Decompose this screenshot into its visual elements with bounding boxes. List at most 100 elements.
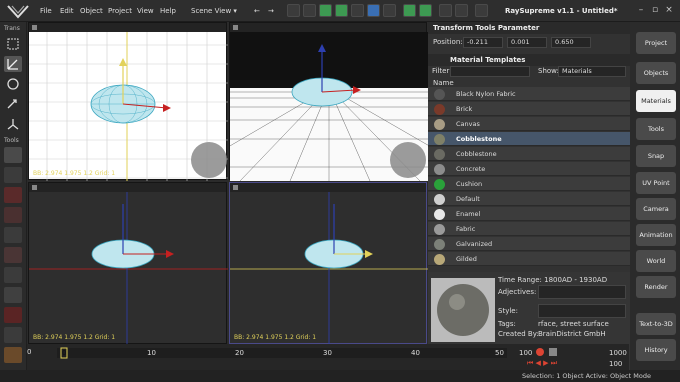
material-row[interactable]: Default [428,192,630,206]
record-icon[interactable] [536,348,544,356]
tool-render-icon[interactable] [383,4,396,17]
object-tool-icon[interactable] [4,287,22,303]
tags-label: Tags: [498,320,516,328]
viewport-menu-icon[interactable] [233,185,238,190]
forward-arrow-icon[interactable]: → [268,4,274,18]
tool-cube-icon[interactable] [319,4,332,17]
terrain-tool-icon[interactable] [4,327,22,343]
material-row[interactable]: Concrete [428,162,630,176]
tool-material-icon[interactable] [455,4,468,17]
deform-tool-icon[interactable] [4,227,22,243]
viewport-perspective[interactable] [229,22,428,181]
viewport-header [230,183,426,192]
shape-tool-icon[interactable] [4,147,22,163]
rotate-tool-icon[interactable] [4,76,22,92]
adjectives-field[interactable] [538,285,626,299]
nav-animation[interactable]: Animation [636,224,676,246]
tool-snap-icon[interactable] [419,4,432,17]
position-x-field[interactable]: -0.211 [463,37,503,48]
sculpt-tool-icon[interactable] [4,267,22,283]
menu-help[interactable]: Help [160,4,176,18]
play-controls-icon[interactable]: ⏮ ◀ ▶ ⏭ [527,359,557,368]
nav-materials[interactable]: Materials [636,90,676,112]
tool-light-icon[interactable] [351,4,364,17]
gem-tool-icon[interactable] [4,247,22,263]
show-label: Show: [538,67,559,75]
material-swatch-icon [434,89,445,100]
menu-edit[interactable]: Edit [60,4,74,18]
nav-render[interactable]: Render [636,276,676,298]
position-y-field[interactable]: 0.001 [507,37,547,48]
nav-tools[interactable]: Tools [636,118,676,140]
chevron-down-icon: ▾ [233,7,237,15]
brush-tool-icon[interactable] [4,167,22,183]
cube-tool-icon[interactable] [4,307,22,323]
frame-a: 1000 [609,349,627,357]
nav-snap[interactable]: Snap [636,145,676,167]
nav-uv-point[interactable]: UV Point [636,172,676,194]
viewport-front[interactable]: BB: 2.974 1.975 1.2 Grid: 1 [28,22,228,181]
tool-camera-icon[interactable] [367,4,380,17]
paint-tool-icon[interactable] [4,187,22,203]
created-by-label: Created By: [498,330,539,338]
tool-mesh-icon[interactable] [335,4,348,17]
front-view-canvas [29,32,228,181]
nav-camera[interactable]: Camera [636,198,676,220]
nav-objects[interactable]: Objects [636,62,676,84]
scene-view-dropdown[interactable]: Scene View ▾ [191,4,241,18]
menu-project[interactable]: Project [108,4,132,18]
material-row[interactable]: Galvanized [428,237,630,251]
viewport-menu-icon[interactable] [233,25,238,30]
maximize-icon[interactable]: ▫ [650,5,660,15]
filter-input[interactable] [450,66,530,77]
material-row[interactable]: Cobblestone [428,147,630,161]
pivot-tool-icon[interactable] [4,116,22,132]
material-label: Black Nylon Fabric [456,90,516,98]
tool-select-icon[interactable] [287,4,300,17]
material-label: Gilded [456,255,477,263]
material-label: Cushion [456,180,483,188]
fill-tool-icon[interactable] [4,207,22,223]
tool-layout-icon[interactable] [439,4,452,17]
menu-view[interactable]: View [137,4,154,18]
box-select-icon[interactable] [4,36,22,52]
stop-icon[interactable] [549,348,557,356]
material-row[interactable]: Canvas [428,117,630,131]
timeline[interactable]: 0 0 10 20 30 40 50 100 1000 100 ⏮ ◀ ▶ ⏭ [27,344,629,370]
nav-history[interactable]: History [636,339,676,361]
tick-20: 20 [235,349,244,357]
nav-world[interactable]: World [636,250,676,272]
material-row[interactable]: Enamel [428,207,630,221]
material-row[interactable]: Fabric [428,222,630,236]
nav-text-to-3d[interactable]: Text-to-3D [636,313,676,335]
close-icon[interactable]: × [664,5,674,15]
material-row[interactable]: Black Nylon Fabric [428,87,630,101]
house-tool-icon[interactable] [4,347,22,363]
viewport-menu-icon[interactable] [32,185,37,190]
viewport-menu-icon[interactable] [32,25,37,30]
style-field[interactable] [538,304,626,318]
menu-file[interactable]: File [40,4,52,18]
material-row[interactable]: Brick [428,102,630,116]
material-row[interactable]: Gilded [428,252,630,266]
frame-count: 100 [519,349,533,357]
viewport-side[interactable]: BB: 2.974 1.975 1.2 Grid: 1 [28,182,228,345]
name-column-header: Name [433,79,454,87]
position-z-field[interactable]: 0.650 [551,37,591,48]
material-label: Enamel [456,210,481,218]
minimize-icon[interactable]: – [636,5,646,15]
show-dropdown[interactable]: Materials [558,66,626,77]
top-view-canvas [230,192,428,345]
viewport-top[interactable]: BB: 2.974 1.975 1.2 Grid: 1 [229,182,428,345]
scale-tool-icon[interactable] [4,96,22,112]
move-tool-icon[interactable] [4,56,22,72]
material-row[interactable]: Cushion [428,177,630,191]
nav-project[interactable]: Project [636,32,676,54]
side-view-canvas [29,192,228,345]
menu-object[interactable]: Object [80,4,103,18]
tool-preview-icon[interactable] [475,4,488,17]
material-row[interactable]: Cobblestone [428,132,630,146]
tool-grid-icon[interactable] [403,4,416,17]
tool-pointer-icon[interactable] [303,4,316,17]
back-arrow-icon[interactable]: ← [254,4,260,18]
